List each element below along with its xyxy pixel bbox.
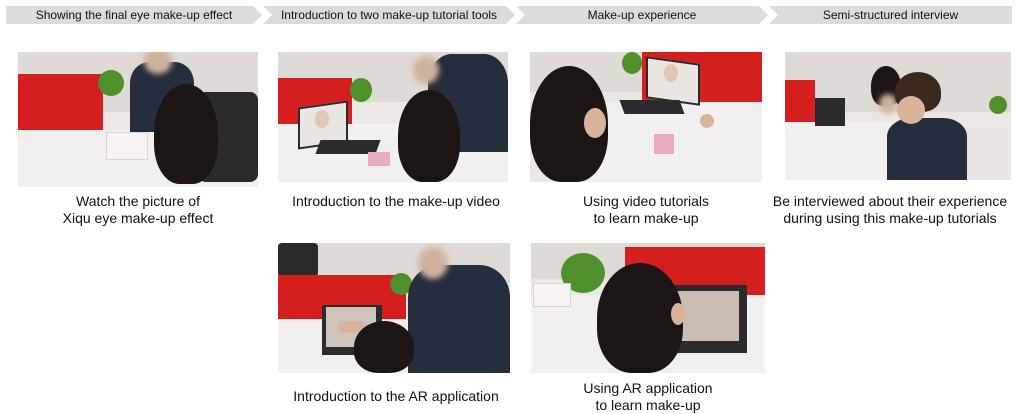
photo-watch-picture bbox=[18, 52, 258, 187]
caption-panel-1: Watch the picture of Xiqu eye make-up ef… bbox=[62, 193, 214, 226]
stage-1: Showing the final eye make-up effect bbox=[6, 6, 262, 24]
photo-intro-ar bbox=[278, 243, 510, 373]
caption-panel-2: Introduction to the make-up video bbox=[292, 193, 500, 209]
photo-interview bbox=[785, 52, 1011, 180]
caption-panel-4: Be interviewed about their experience du… bbox=[772, 193, 1008, 226]
photo-ar-tutorial bbox=[531, 243, 765, 373]
caption-panel-3: Using video tutorials to learn make-up bbox=[582, 193, 710, 226]
stage-banner: Showing the final eye make-up effect Int… bbox=[0, 0, 1016, 26]
photo-intro-video bbox=[278, 52, 508, 182]
stage-4: Semi-structured interview bbox=[769, 6, 1012, 24]
caption-panel-5: Introduction to the AR application bbox=[293, 388, 499, 404]
caption-panel-6: Using AR application to learn make-up bbox=[583, 380, 713, 413]
stage-3: Make-up experience bbox=[516, 6, 768, 24]
stage-2: Introduction to two make-up tutorial too… bbox=[263, 6, 515, 24]
photo-video-tutorial bbox=[530, 52, 762, 182]
